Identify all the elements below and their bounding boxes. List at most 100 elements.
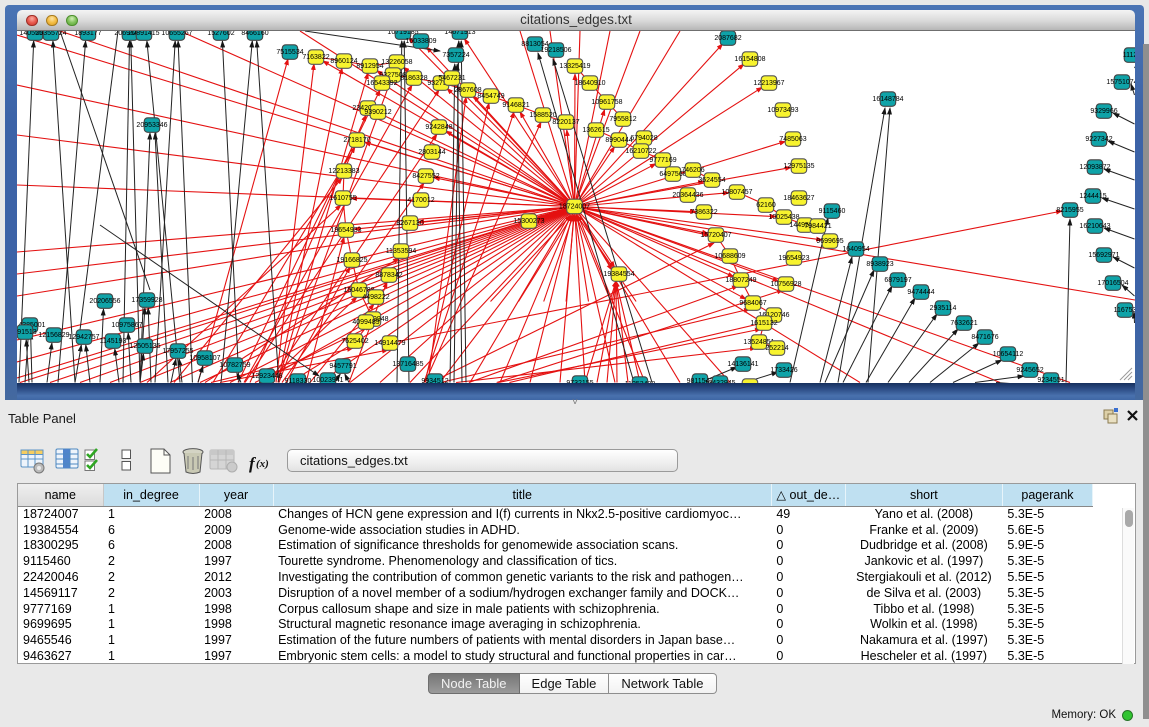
svg-text:1640954: 1640954 — [842, 246, 869, 253]
svg-text:4498222: 4498222 — [362, 294, 389, 301]
svg-text:12213383: 12213383 — [328, 168, 359, 175]
svg-text:9684067: 9684067 — [739, 300, 766, 307]
svg-text:8267130: 8267130 — [396, 220, 423, 227]
svg-text:7485063: 7485063 — [779, 136, 806, 143]
svg-text:9115460: 9115460 — [819, 208, 846, 215]
svg-text:7515534: 7515534 — [276, 49, 303, 56]
svg-text:8938923: 8938923 — [866, 261, 893, 268]
svg-text:16543392: 16543392 — [366, 80, 397, 87]
svg-text:17016504: 17016504 — [1097, 280, 1128, 287]
svg-text:14914479: 14914479 — [374, 340, 405, 347]
svg-text:10961758: 10961758 — [591, 99, 622, 106]
svg-text:1527602: 1527602 — [207, 31, 234, 37]
svg-text:391513: 391513 — [17, 329, 37, 336]
svg-text:9474444: 9474444 — [907, 289, 934, 296]
svg-text:7625402: 7625402 — [341, 338, 368, 345]
svg-text:13716485: 13716485 — [392, 361, 423, 368]
svg-text:12942757: 12942757 — [68, 334, 99, 341]
svg-text:19654933: 19654933 — [330, 227, 361, 234]
svg-text:19218506: 19218506 — [540, 47, 571, 54]
svg-text:1733426: 1733426 — [770, 367, 797, 374]
svg-text:11123: 11123 — [1123, 52, 1135, 59]
svg-text:4099489: 4099489 — [352, 319, 379, 326]
svg-text:8186328: 8186328 — [400, 75, 427, 82]
svg-text:1615132: 1615132 — [750, 320, 777, 327]
svg-text:8990444: 8990444 — [605, 137, 632, 144]
svg-text:7163822: 7163822 — [302, 54, 329, 61]
svg-text:20953346: 20953346 — [136, 122, 167, 129]
svg-text:7955812: 7955812 — [609, 116, 636, 123]
svg-text:12505135: 12505135 — [129, 343, 160, 350]
svg-text:2087682: 2087682 — [714, 35, 741, 42]
svg-text:1610755: 1610755 — [329, 195, 356, 202]
svg-text:10782759: 10782759 — [219, 362, 250, 369]
svg-text:116753: 116753 — [1114, 307, 1135, 314]
svg-text:9242848: 9242848 — [425, 124, 452, 131]
svg-text:15692971: 15692971 — [1088, 252, 1119, 259]
svg-text:19384554: 19384554 — [603, 271, 634, 278]
svg-text:62160: 62160 — [756, 202, 776, 209]
svg-text:18463627: 18463627 — [783, 195, 814, 202]
svg-text:17359928: 17359928 — [131, 297, 162, 304]
svg-text:12975135: 12975135 — [783, 163, 814, 170]
svg-text:2803144: 2803144 — [418, 149, 445, 156]
svg-text:(x): (x) — [256, 458, 269, 470]
svg-text:10025438: 10025438 — [768, 214, 799, 221]
svg-text:16033809: 16033809 — [405, 38, 436, 45]
svg-text:10756928: 10756928 — [770, 281, 801, 288]
svg-text:8220137: 8220137 — [552, 119, 579, 126]
svg-text:12156829: 12156829 — [38, 332, 69, 339]
svg-text:7984421: 7984421 — [804, 223, 831, 230]
svg-text:15751074: 15751074 — [1106, 79, 1135, 86]
svg-text:9777169: 9777169 — [649, 157, 676, 164]
svg-text:6794028: 6794028 — [630, 135, 657, 142]
svg-text:9390212: 9390212 — [364, 109, 391, 116]
svg-text:9146821: 9146821 — [502, 102, 529, 109]
svg-text:8471676: 8471676 — [971, 334, 998, 341]
svg-text:8454749: 8454749 — [477, 93, 504, 100]
svg-text:8912954: 8912954 — [356, 63, 383, 70]
svg-text:5467231: 5467231 — [438, 75, 465, 82]
svg-text:3624554: 3624554 — [698, 177, 725, 184]
svg-text:7357224: 7357224 — [442, 52, 469, 59]
svg-text:19654923: 19654923 — [778, 255, 809, 262]
svg-text:8466160: 8466160 — [241, 31, 268, 37]
svg-text:2935114: 2935114 — [930, 305, 957, 312]
svg-text:1588520: 1588520 — [529, 112, 556, 119]
svg-text:2718170: 2718170 — [343, 137, 370, 144]
svg-text:9329966: 9329966 — [1090, 108, 1117, 115]
svg-text:16210643: 16210643 — [1079, 223, 1110, 230]
svg-text:13325419: 13325419 — [559, 63, 590, 70]
svg-text:20355724: 20355724 — [35, 31, 66, 37]
svg-text:8960124: 8960124 — [330, 58, 357, 65]
svg-text:14671913: 14671913 — [444, 31, 475, 36]
svg-text:8427552: 8427552 — [412, 173, 439, 180]
svg-text:9245652: 9245652 — [1016, 367, 1043, 374]
svg-text:10958107: 10958107 — [189, 355, 220, 362]
svg-text:14136141: 14136141 — [727, 361, 758, 368]
svg-text:16154808: 16154808 — [734, 56, 765, 63]
svg-text:7632621: 7632621 — [950, 320, 977, 327]
svg-text:1362615: 1362615 — [582, 127, 609, 134]
svg-text:9227342: 9227342 — [1085, 136, 1112, 143]
svg-text:18724007: 18724007 — [559, 204, 590, 211]
svg-text:252214: 252214 — [765, 345, 788, 352]
svg-text:13226058: 13226058 — [381, 59, 412, 66]
svg-text:15300273: 15300273 — [513, 218, 544, 225]
svg-text:7386322: 7386322 — [690, 209, 717, 216]
svg-text:20891415: 20891415 — [128, 31, 159, 37]
svg-text:12093872: 12093872 — [1079, 164, 1110, 171]
svg-text:15720407: 15720407 — [700, 232, 731, 239]
svg-text:10654112: 10654112 — [993, 351, 1024, 358]
svg-text:10688609: 10688609 — [714, 253, 745, 260]
svg-text:9699695: 9699695 — [816, 238, 843, 245]
svg-text:1893177: 1893177 — [74, 31, 101, 37]
svg-text:17957255: 17957255 — [162, 348, 193, 355]
svg-text:9457791: 9457791 — [329, 363, 356, 370]
svg-text:6879197: 6879197 — [884, 277, 911, 284]
svg-text:10655267: 10655267 — [161, 31, 192, 37]
svg-text:18640910: 18640910 — [574, 80, 605, 87]
svg-text:1145193: 1145193 — [100, 338, 127, 345]
svg-text:4170012: 4170012 — [407, 197, 434, 204]
svg-text:12923448: 12923448 — [251, 373, 282, 380]
